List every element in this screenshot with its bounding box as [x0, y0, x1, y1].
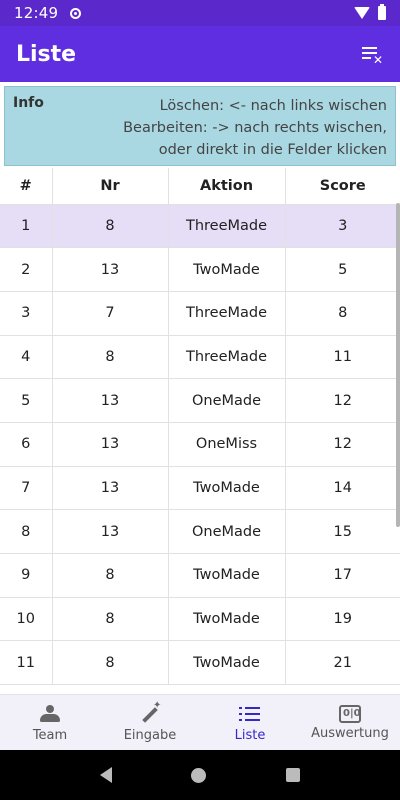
cell-nr[interactable]: 13 — [52, 378, 169, 423]
cell-nr[interactable]: 8 — [52, 204, 169, 249]
wifi-icon — [354, 7, 370, 19]
system-navigation-bar — [0, 750, 400, 800]
cell-action[interactable]: OneMade — [168, 509, 286, 554]
cell-index[interactable]: 11 — [0, 640, 53, 686]
table-row[interactable]: 7 13 TwoMade 14 — [0, 466, 400, 511]
table-row[interactable]: 11 8 TwoMade 21 — [0, 640, 400, 686]
action-table[interactable]: # Nr Aktion Score 1 8 ThreeMade 3 2 13 T… — [0, 168, 400, 694]
info-line: Bearbeiten: -> nach rechts wischen, — [123, 120, 387, 136]
cell-index[interactable]: 6 — [0, 422, 53, 467]
cell-nr[interactable]: 13 — [52, 466, 169, 511]
team-icon — [37, 703, 63, 725]
page-title: Liste — [16, 41, 77, 67]
table-row[interactable]: 10 8 TwoMade 19 — [0, 597, 400, 642]
cell-score[interactable]: 14 — [285, 466, 400, 511]
cell-action[interactable]: OneMade — [168, 378, 286, 423]
cell-index[interactable]: 10 — [0, 597, 53, 642]
cell-nr[interactable]: 8 — [52, 640, 169, 686]
table-row[interactable]: 5 13 OneMade 12 — [0, 378, 400, 423]
cell-score[interactable]: 8 — [285, 291, 400, 336]
app-bar: Liste ✕ — [0, 26, 400, 82]
cell-index[interactable]: 7 — [0, 466, 53, 511]
cell-action[interactable]: ThreeMade — [168, 204, 286, 249]
info-label: Info — [13, 95, 44, 111]
scrollbar[interactable] — [396, 203, 400, 527]
header-score: Score — [285, 168, 400, 205]
table-row[interactable]: 4 8 ThreeMade 11 — [0, 335, 400, 380]
cell-nr[interactable]: 13 — [52, 247, 169, 292]
nav-label: Eingabe — [123, 727, 177, 743]
header-action: Aktion — [168, 168, 286, 205]
cell-action[interactable]: TwoMade — [168, 640, 286, 686]
status-time: 12:49 — [14, 4, 59, 22]
clear-list-icon[interactable]: ✕ — [360, 42, 384, 66]
cell-action[interactable]: ThreeMade — [168, 335, 286, 380]
cell-score[interactable]: 12 — [285, 422, 400, 467]
cell-nr[interactable]: 8 — [52, 335, 169, 380]
cell-action[interactable]: TwoMade — [168, 553, 286, 598]
header-index: # — [0, 168, 53, 205]
cell-score[interactable]: 17 — [285, 553, 400, 598]
info-line: Löschen: <- nach links wischen — [159, 98, 387, 114]
table-row[interactable]: 2 13 TwoMade 5 — [0, 247, 400, 292]
recent-apps-icon[interactable] — [286, 768, 301, 782]
info-box: Info Löschen: <- nach links wischen Bear… — [4, 86, 396, 166]
cell-index[interactable]: 8 — [0, 509, 53, 554]
table-row[interactable]: 6 13 OneMiss 12 — [0, 422, 400, 467]
table-row[interactable]: 8 13 OneMade 15 — [0, 509, 400, 554]
cell-score[interactable]: 11 — [285, 335, 400, 380]
nav-item-liste[interactable]: Liste — [200, 695, 300, 750]
nav-item-team[interactable]: Team — [0, 695, 100, 750]
nav-label: Auswertung — [311, 725, 389, 741]
cell-nr[interactable]: 7 — [52, 291, 169, 336]
status-icons — [354, 4, 386, 20]
nav-label: Liste — [234, 727, 266, 743]
table-row[interactable]: 3 7 ThreeMade 8 — [0, 291, 400, 336]
home-icon[interactable] — [191, 767, 207, 783]
cell-index[interactable]: 2 — [0, 247, 53, 292]
status-bar: 12:49 — [0, 0, 400, 26]
battery-icon — [378, 4, 386, 20]
notification-icon — [70, 7, 82, 19]
cell-index[interactable]: 4 — [0, 335, 53, 380]
cell-nr[interactable]: 13 — [52, 422, 169, 467]
info-line: oder direkt in die Felder klicken — [158, 142, 387, 158]
cell-score[interactable]: 21 — [285, 640, 400, 686]
nav-item-eingabe[interactable]: Eingabe — [100, 695, 200, 750]
cell-score[interactable]: 5 — [285, 247, 400, 292]
cell-action[interactable]: TwoMade — [168, 247, 286, 292]
cell-score[interactable]: 12 — [285, 378, 400, 423]
nav-item-auswertung[interactable]: Auswertung — [300, 695, 400, 750]
cell-index[interactable]: 3 — [0, 291, 53, 336]
nav-label: Team — [32, 727, 68, 743]
back-icon[interactable] — [99, 767, 112, 783]
cell-score[interactable]: 15 — [285, 509, 400, 554]
cell-index[interactable]: 1 — [0, 204, 53, 249]
cell-action[interactable]: TwoMade — [168, 597, 286, 642]
table-header-row: # Nr Aktion Score — [0, 168, 400, 205]
cell-action[interactable]: ThreeMade — [168, 291, 286, 336]
list-icon — [237, 703, 263, 725]
pen-icon — [137, 700, 163, 725]
info-text: Löschen: <- nach links wischen Bearbeite… — [123, 95, 387, 165]
scoreboard-icon — [339, 704, 361, 723]
cell-nr[interactable]: 13 — [52, 509, 169, 554]
cell-nr[interactable]: 8 — [52, 597, 169, 642]
cell-action[interactable]: TwoMade — [168, 466, 286, 511]
cell-index[interactable]: 9 — [0, 553, 53, 598]
cell-nr[interactable]: 8 — [52, 553, 169, 598]
table-row[interactable]: 1 8 ThreeMade 3 — [0, 204, 400, 249]
cell-index[interactable]: 5 — [0, 378, 53, 423]
cell-action[interactable]: OneMiss — [168, 422, 286, 467]
bottom-navigation: Team Eingabe Liste Auswertung — [0, 694, 400, 750]
table-row[interactable]: 9 8 TwoMade 17 — [0, 553, 400, 598]
cell-score[interactable]: 19 — [285, 597, 400, 642]
header-nr: Nr — [52, 168, 169, 205]
cell-score[interactable]: 3 — [285, 204, 400, 249]
